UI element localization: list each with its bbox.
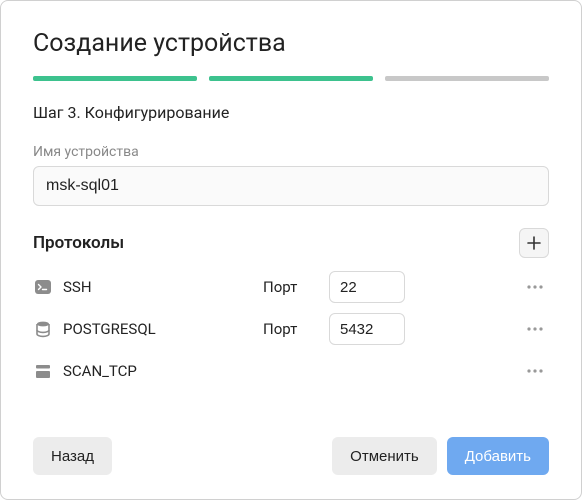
wizard-progress bbox=[33, 76, 549, 81]
port-label: Порт bbox=[263, 320, 319, 338]
protocol-name: POSTGRESQL bbox=[63, 320, 253, 338]
device-name-label: Имя устройства bbox=[33, 144, 549, 160]
cancel-button[interactable]: Отменить bbox=[332, 437, 437, 475]
protocols-header: Протоколы bbox=[33, 228, 549, 258]
step-label: Шаг 3. Конфигурирование bbox=[33, 103, 549, 122]
port-input[interactable] bbox=[329, 271, 405, 303]
more-icon bbox=[526, 369, 544, 373]
port-input[interactable] bbox=[329, 313, 405, 345]
progress-step-3 bbox=[385, 76, 549, 81]
progress-step-2 bbox=[209, 76, 373, 81]
protocol-row: SSH Порт bbox=[33, 266, 549, 308]
protocol-more-button[interactable] bbox=[521, 357, 549, 385]
more-icon bbox=[526, 285, 544, 289]
protocol-more-button[interactable] bbox=[521, 315, 549, 343]
dialog-title: Создание устройства bbox=[33, 29, 549, 58]
dialog-footer: Назад Отменить Добавить bbox=[33, 421, 549, 475]
create-device-dialog: Создание устройства Шаг 3. Конфигурирова… bbox=[0, 0, 582, 500]
protocol-name: SCAN_TCP bbox=[63, 362, 253, 380]
protocol-name: SSH bbox=[63, 278, 253, 296]
plus-icon bbox=[527, 236, 541, 250]
protocol-row: POSTGRESQL Порт bbox=[33, 308, 549, 350]
device-name-input[interactable] bbox=[33, 166, 549, 206]
database-icon bbox=[33, 319, 53, 339]
add-protocol-button[interactable] bbox=[519, 228, 549, 258]
protocol-more-button[interactable] bbox=[521, 273, 549, 301]
more-icon bbox=[526, 327, 544, 331]
port-label: Порт bbox=[263, 278, 319, 296]
scan-icon bbox=[33, 361, 53, 381]
progress-step-1 bbox=[33, 76, 197, 81]
protocols-title: Протоколы bbox=[33, 233, 124, 253]
back-button[interactable]: Назад bbox=[33, 437, 112, 475]
protocol-row: SCAN_TCP bbox=[33, 350, 549, 392]
add-button[interactable]: Добавить bbox=[447, 437, 549, 475]
terminal-icon bbox=[33, 277, 53, 297]
